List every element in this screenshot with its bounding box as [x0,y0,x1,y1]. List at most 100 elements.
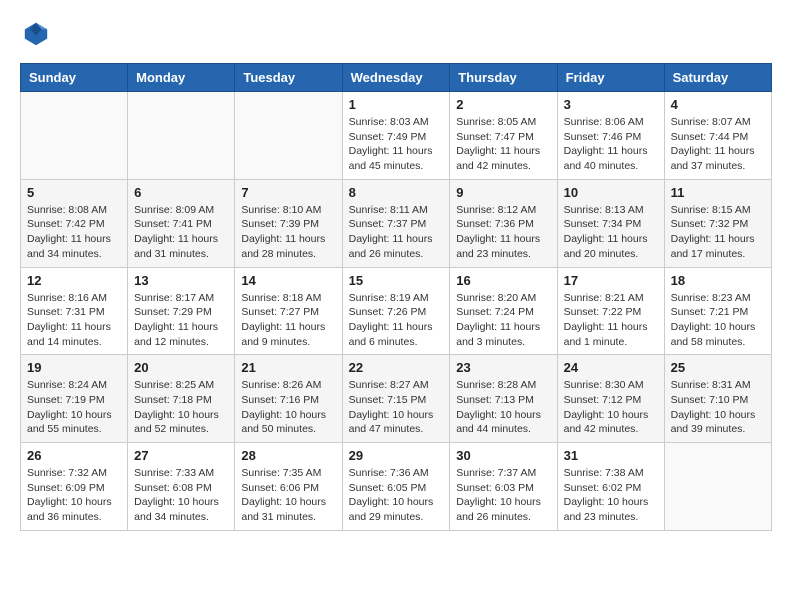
day-number: 22 [349,360,444,375]
day-info: Sunrise: 8:16 AM Sunset: 7:31 PM Dayligh… [27,291,121,350]
calendar-cell: 15Sunrise: 8:19 AM Sunset: 7:26 PM Dayli… [342,267,450,355]
day-number: 29 [349,448,444,463]
calendar-cell: 21 Sunrise: 8:26 AM Sunset: 7:16 PM Dayli… [235,355,342,443]
calendar-cell: 9 Sunrise: 8:12 AM Sunset: 7:36 PM Daylig… [450,179,557,267]
day-number: 27 [134,448,228,463]
day-info: Sunrise: 7:38 AM Sunset: 6:02 PM Dayligh… [564,466,658,525]
weekday-thursday: Thursday [450,64,557,92]
calendar-cell: 6 Sunrise: 8:09 AM Sunset: 7:41 PM Daylig… [128,179,235,267]
calendar-cell: 22Sunrise: 8:27 AM Sunset: 7:15 PM Dayli… [342,355,450,443]
day-number: 9 [456,185,550,200]
calendar-cell: 3Sunrise: 8:06 AM Sunset: 7:46 PM Daylig… [557,92,664,180]
day-info: Sunrise: 8:24 AM Sunset: 7:19 PM Dayligh… [27,378,121,437]
calendar-cell: 28Sunrise: 7:35 AM Sunset: 6:06 PM Dayli… [235,443,342,531]
day-number: 18 [671,273,765,288]
day-number: 20 [134,360,228,375]
day-info: Sunrise: 8:03 AM Sunset: 7:49 PM Dayligh… [349,115,444,174]
weekday-header-row: SundayMondayTuesdayWednesdayThursdayFrid… [21,64,772,92]
calendar-body: 1 Sunrise: 8:03 AM Sunset: 7:49 PM Daylig… [21,92,772,531]
calendar-cell: 19 Sunrise: 8:24 AM Sunset: 7:19 PM Dayli… [21,355,128,443]
day-number: 2 [456,97,550,112]
day-info: Sunrise: 8:09 AM Sunset: 7:41 PM Dayligh… [134,203,228,262]
day-number: 8 [349,185,444,200]
calendar-week-5: 26 Sunrise: 7:32 AM Sunset: 6:09 PM Dayli… [21,443,772,531]
day-info: Sunrise: 8:05 AM Sunset: 7:47 PM Dayligh… [456,115,550,174]
calendar-cell: 24 Sunrise: 8:30 AM Sunset: 7:12 PM Dayli… [557,355,664,443]
calendar-cell: 13 Sunrise: 8:17 AM Sunset: 7:29 PM Dayli… [128,267,235,355]
day-info: Sunrise: 7:35 AM Sunset: 6:06 PM Dayligh… [241,466,335,525]
calendar-week-1: 1 Sunrise: 8:03 AM Sunset: 7:49 PM Daylig… [21,92,772,180]
weekday-saturday: Saturday [664,64,771,92]
calendar-week-4: 19 Sunrise: 8:24 AM Sunset: 7:19 PM Dayli… [21,355,772,443]
weekday-wednesday: Wednesday [342,64,450,92]
day-info: Sunrise: 8:30 AM Sunset: 7:12 PM Dayligh… [564,378,658,437]
day-number: 13 [134,273,228,288]
day-info: Sunrise: 8:28 AM Sunset: 7:13 PM Dayligh… [456,378,550,437]
calendar-cell [128,92,235,180]
logo-icon [22,20,50,48]
day-info: Sunrise: 8:31 AM Sunset: 7:10 PM Dayligh… [671,378,765,437]
day-info: Sunrise: 8:21 AM Sunset: 7:22 PM Dayligh… [564,291,658,350]
calendar-week-2: 5 Sunrise: 8:08 AM Sunset: 7:42 PM Daylig… [21,179,772,267]
day-info: Sunrise: 8:11 AM Sunset: 7:37 PM Dayligh… [349,203,444,262]
day-info: Sunrise: 8:23 AM Sunset: 7:21 PM Dayligh… [671,291,765,350]
day-number: 19 [27,360,121,375]
calendar-cell: 14 Sunrise: 8:18 AM Sunset: 7:27 PM Dayli… [235,267,342,355]
day-number: 5 [27,185,121,200]
calendar-cell: 26 Sunrise: 7:32 AM Sunset: 6:09 PM Dayli… [21,443,128,531]
day-info: Sunrise: 8:13 AM Sunset: 7:34 PM Dayligh… [564,203,658,262]
day-number: 10 [564,185,658,200]
day-info: Sunrise: 8:18 AM Sunset: 7:27 PM Dayligh… [241,291,335,350]
calendar-cell [21,92,128,180]
day-number: 26 [27,448,121,463]
day-number: 16 [456,273,550,288]
weekday-friday: Friday [557,64,664,92]
calendar-cell: 10 Sunrise: 8:13 AM Sunset: 7:34 PM Dayli… [557,179,664,267]
calendar-cell: 5 Sunrise: 8:08 AM Sunset: 7:42 PM Daylig… [21,179,128,267]
calendar-cell: 4 Sunrise: 8:07 AM Sunset: 7:44 PM Daylig… [664,92,771,180]
day-number: 23 [456,360,550,375]
day-number: 3 [564,97,658,112]
day-number: 25 [671,360,765,375]
day-number: 24 [564,360,658,375]
day-info: Sunrise: 8:26 AM Sunset: 7:16 PM Dayligh… [241,378,335,437]
calendar-cell: 23 Sunrise: 8:28 AM Sunset: 7:13 PM Dayli… [450,355,557,443]
day-number: 6 [134,185,228,200]
day-number: 11 [671,185,765,200]
calendar-cell: 27Sunrise: 7:33 AM Sunset: 6:08 PM Dayli… [128,443,235,531]
calendar-cell: 30Sunrise: 7:37 AM Sunset: 6:03 PM Dayli… [450,443,557,531]
day-number: 4 [671,97,765,112]
page-header [20,20,772,53]
calendar-cell: 1 Sunrise: 8:03 AM Sunset: 7:49 PM Daylig… [342,92,450,180]
calendar-cell: 29 Sunrise: 7:36 AM Sunset: 6:05 PM Dayli… [342,443,450,531]
day-info: Sunrise: 7:37 AM Sunset: 6:03 PM Dayligh… [456,466,550,525]
calendar-cell: 2 Sunrise: 8:05 AM Sunset: 7:47 PM Daylig… [450,92,557,180]
day-number: 12 [27,273,121,288]
day-info: Sunrise: 7:32 AM Sunset: 6:09 PM Dayligh… [27,466,121,525]
day-info: Sunrise: 8:25 AM Sunset: 7:18 PM Dayligh… [134,378,228,437]
day-info: Sunrise: 8:19 AM Sunset: 7:26 PM Dayligh… [349,291,444,350]
day-info: Sunrise: 8:08 AM Sunset: 7:42 PM Dayligh… [27,203,121,262]
logo [20,20,50,53]
calendar-cell: 31Sunrise: 7:38 AM Sunset: 6:02 PM Dayli… [557,443,664,531]
calendar-cell: 7Sunrise: 8:10 AM Sunset: 7:39 PM Daylig… [235,179,342,267]
calendar-cell [235,92,342,180]
calendar-cell: 12 Sunrise: 8:16 AM Sunset: 7:31 PM Dayli… [21,267,128,355]
day-info: Sunrise: 8:17 AM Sunset: 7:29 PM Dayligh… [134,291,228,350]
day-info: Sunrise: 8:07 AM Sunset: 7:44 PM Dayligh… [671,115,765,174]
day-info: Sunrise: 8:20 AM Sunset: 7:24 PM Dayligh… [456,291,550,350]
weekday-monday: Monday [128,64,235,92]
day-number: 1 [349,97,444,112]
calendar-cell: 20 Sunrise: 8:25 AM Sunset: 7:18 PM Dayli… [128,355,235,443]
day-info: Sunrise: 8:15 AM Sunset: 7:32 PM Dayligh… [671,203,765,262]
calendar-cell: 11 Sunrise: 8:15 AM Sunset: 7:32 PM Dayli… [664,179,771,267]
day-number: 21 [241,360,335,375]
day-info: Sunrise: 8:10 AM Sunset: 7:39 PM Dayligh… [241,203,335,262]
day-number: 14 [241,273,335,288]
calendar-table: SundayMondayTuesdayWednesdayThursdayFrid… [20,63,772,531]
day-number: 17 [564,273,658,288]
day-info: Sunrise: 8:12 AM Sunset: 7:36 PM Dayligh… [456,203,550,262]
calendar-cell: 18 Sunrise: 8:23 AM Sunset: 7:21 PM Dayli… [664,267,771,355]
day-info: Sunrise: 7:36 AM Sunset: 6:05 PM Dayligh… [349,466,444,525]
calendar-cell: 17 Sunrise: 8:21 AM Sunset: 7:22 PM Dayli… [557,267,664,355]
